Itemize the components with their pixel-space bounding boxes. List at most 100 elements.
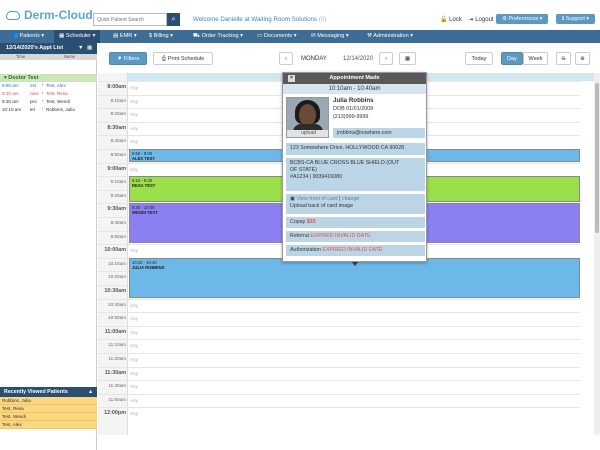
insurance-info: BCBS-CA BLUE CROSS BLUE SHIELD (OUT OF S… <box>286 158 425 191</box>
appt-time: 9:30 am <box>2 99 19 104</box>
nav-order-tracking[interactable]: ⛟ Order Tracking ▾ <box>188 30 248 43</box>
waiting-count[interactable]: (0) <box>319 16 327 23</box>
filter-icon[interactable]: ▼ <box>78 43 83 54</box>
appt-row[interactable]: 9:30 am pro ᶠ Test, Wendi <box>0 98 96 106</box>
day-view-button[interactable]: Day <box>501 52 523 65</box>
slot-time: 9:50am <box>110 233 126 239</box>
time-slot[interactable]: 10:50am Any <box>98 312 580 326</box>
view-card-link[interactable]: View front of card <box>296 196 337 202</box>
doctor-group[interactable]: ▾ Doctor Test <box>0 74 97 82</box>
scrollbar-thumb[interactable] <box>595 83 599 233</box>
filters-button[interactable]: ▼ Filters <box>109 52 147 65</box>
preferences-label: Preferences <box>508 16 539 22</box>
chevron-right-icon: › <box>385 56 387 62</box>
slot-any-label: Any <box>130 248 138 254</box>
time-slot[interactable]: 11:40am Any <box>98 380 580 394</box>
zoom-in-button[interactable]: ⊕ <box>575 52 590 65</box>
close-icon[interactable]: × <box>288 75 295 82</box>
slot-time: 9:40am <box>110 220 126 225</box>
nav-administration[interactable]: ⚒ Administration ▾ <box>362 30 418 43</box>
nav-label: Documents <box>263 33 293 39</box>
welcome-text: Welcome Danielle at Waiting Room Solutio… <box>193 16 318 23</box>
nav-scheduler[interactable]: ▦ Scheduler ▾ <box>54 30 101 43</box>
slot-any-label: Any <box>130 112 138 118</box>
appt-type: new <box>30 91 39 96</box>
slot-time: 8:30am <box>107 124 126 131</box>
slot-time: 8:40am <box>110 138 126 144</box>
appt-patient: Test, Alex <box>46 83 66 88</box>
time-slot[interactable]: 10:40am Any <box>98 298 580 313</box>
upload-back-link[interactable]: Upload back of card image <box>290 203 421 210</box>
nav-patients[interactable]: 👥 Patients ▾ <box>6 30 49 43</box>
appt-time: 8:50 am <box>2 83 19 88</box>
referral-label: Referral <box>290 233 309 239</box>
patient-email[interactable]: jrobbins@nowhere.com <box>333 128 425 138</box>
time-slot[interactable]: 11:30am Any <box>98 366 580 381</box>
cloud-icon <box>6 11 20 20</box>
flag-icon: ᶠ <box>42 83 44 88</box>
search-input[interactable] <box>93 13 167 26</box>
calendar-icon[interactable]: ▦ <box>87 43 92 54</box>
appt-patient: Test, Resa <box>46 91 68 96</box>
nav-billing[interactable]: $ Billing ▾ <box>144 30 178 43</box>
appt-patient: Test, Wendi <box>46 99 70 104</box>
change-card-link[interactable]: change <box>342 196 359 202</box>
time-slot[interactable]: 11:10am Any <box>98 339 580 353</box>
nav-messaging[interactable]: ✉ Messaging ▾ <box>306 30 354 43</box>
collapse-icon[interactable]: ▲ <box>88 387 93 397</box>
insurance-name-2: OF STATE) <box>290 167 317 173</box>
recent-patient[interactable]: Test, Resa <box>0 405 97 413</box>
patient-name[interactable]: Julia Robbins <box>333 97 374 105</box>
slot-time: 12:00pm <box>104 410 126 417</box>
next-day-button[interactable]: › <box>379 52 393 65</box>
logout-icon[interactable]: ⇥ <box>469 17 474 23</box>
time-slot[interactable]: 11:20am Any <box>98 353 580 367</box>
upload-photo-link[interactable]: upload <box>287 130 328 137</box>
flag-icon: ᶠ <box>42 91 44 96</box>
slot-time: 11:30am <box>104 369 126 376</box>
recent-patients-header[interactable]: Recently Viewed Patients ▲ <box>0 387 97 397</box>
patient-dob: DOB 01/01/2009 <box>333 106 374 112</box>
appt-row[interactable]: 9:10 am new ᶠ Test, Resa <box>0 90 96 98</box>
patient-address: 123 Somewhere Drive, HOLLYWOOD CA 90028 <box>286 143 425 155</box>
col-time: Time <box>16 54 26 59</box>
slot-any-label: Any <box>130 166 138 172</box>
week-view-button[interactable]: Week <box>523 52 548 65</box>
print-schedule-button[interactable]: ⎙ Print Schedule <box>153 52 213 65</box>
patient-avatar[interactable]: upload <box>286 97 329 138</box>
date-picker-button[interactable]: ▦ <box>399 52 416 65</box>
prev-day-button[interactable]: ‹ <box>279 52 293 65</box>
doctor-name: Doctor Test <box>8 75 39 81</box>
preferences-button[interactable]: ⚙ Preferences ▾ <box>496 14 549 24</box>
folder-icon: ▭ <box>257 33 264 39</box>
zoom-out-button[interactable]: ⊖ <box>556 52 571 65</box>
time-slot[interactable]: 11:00am Any <box>98 325 580 340</box>
recent-patient[interactable]: Test, Alex <box>0 421 97 429</box>
recent-patient[interactable]: Test, Wendi <box>0 413 97 421</box>
slot-time: 10:00am <box>104 247 126 254</box>
recent-patient[interactable]: Robbins, Julia <box>0 397 97 405</box>
nav-documents[interactable]: ▭ Documents ▾ <box>252 30 302 43</box>
calendar-scrollbar[interactable] <box>594 73 600 435</box>
lock-icon[interactable]: 🔓 <box>440 17 447 23</box>
copay-value: $25 <box>306 219 316 225</box>
logout-link[interactable]: Logout <box>475 17 493 23</box>
recent-title: Recently Viewed Patients <box>4 389 68 395</box>
time-slot[interactable]: 12:00pm Any <box>98 407 580 421</box>
users-icon: 👥 <box>11 33 20 39</box>
nav-emr[interactable]: ▤ EMR ▾ <box>108 30 142 43</box>
slot-time: 10:50am <box>108 315 126 321</box>
lock-link[interactable]: Lock <box>449 17 462 23</box>
referral-row: Referral EXPIRED INVALID DATE <box>286 231 425 242</box>
insurance-name-1: BCBS-CA BLUE CROSS BLUE SHIELD (OUT <box>290 160 400 166</box>
appt-row[interactable]: 8:50 am est ᶠ Test, Alex <box>0 82 96 90</box>
slot-any-label: Any <box>130 302 138 308</box>
slot-time: 8:20am <box>110 111 126 117</box>
today-button[interactable]: Today <box>465 52 493 65</box>
support-button[interactable]: ℹ Support ▾ <box>556 14 596 24</box>
nav-label: Order Tracking <box>201 33 239 39</box>
appt-row[interactable]: 10:10 am tel ᶠ Robbins, Julia <box>0 106 96 114</box>
search-button[interactable]: ⌕ <box>167 13 180 26</box>
current-date[interactable]: 12/14/2020 <box>343 56 373 62</box>
time-slot[interactable]: 11:50am Any <box>98 393 580 408</box>
